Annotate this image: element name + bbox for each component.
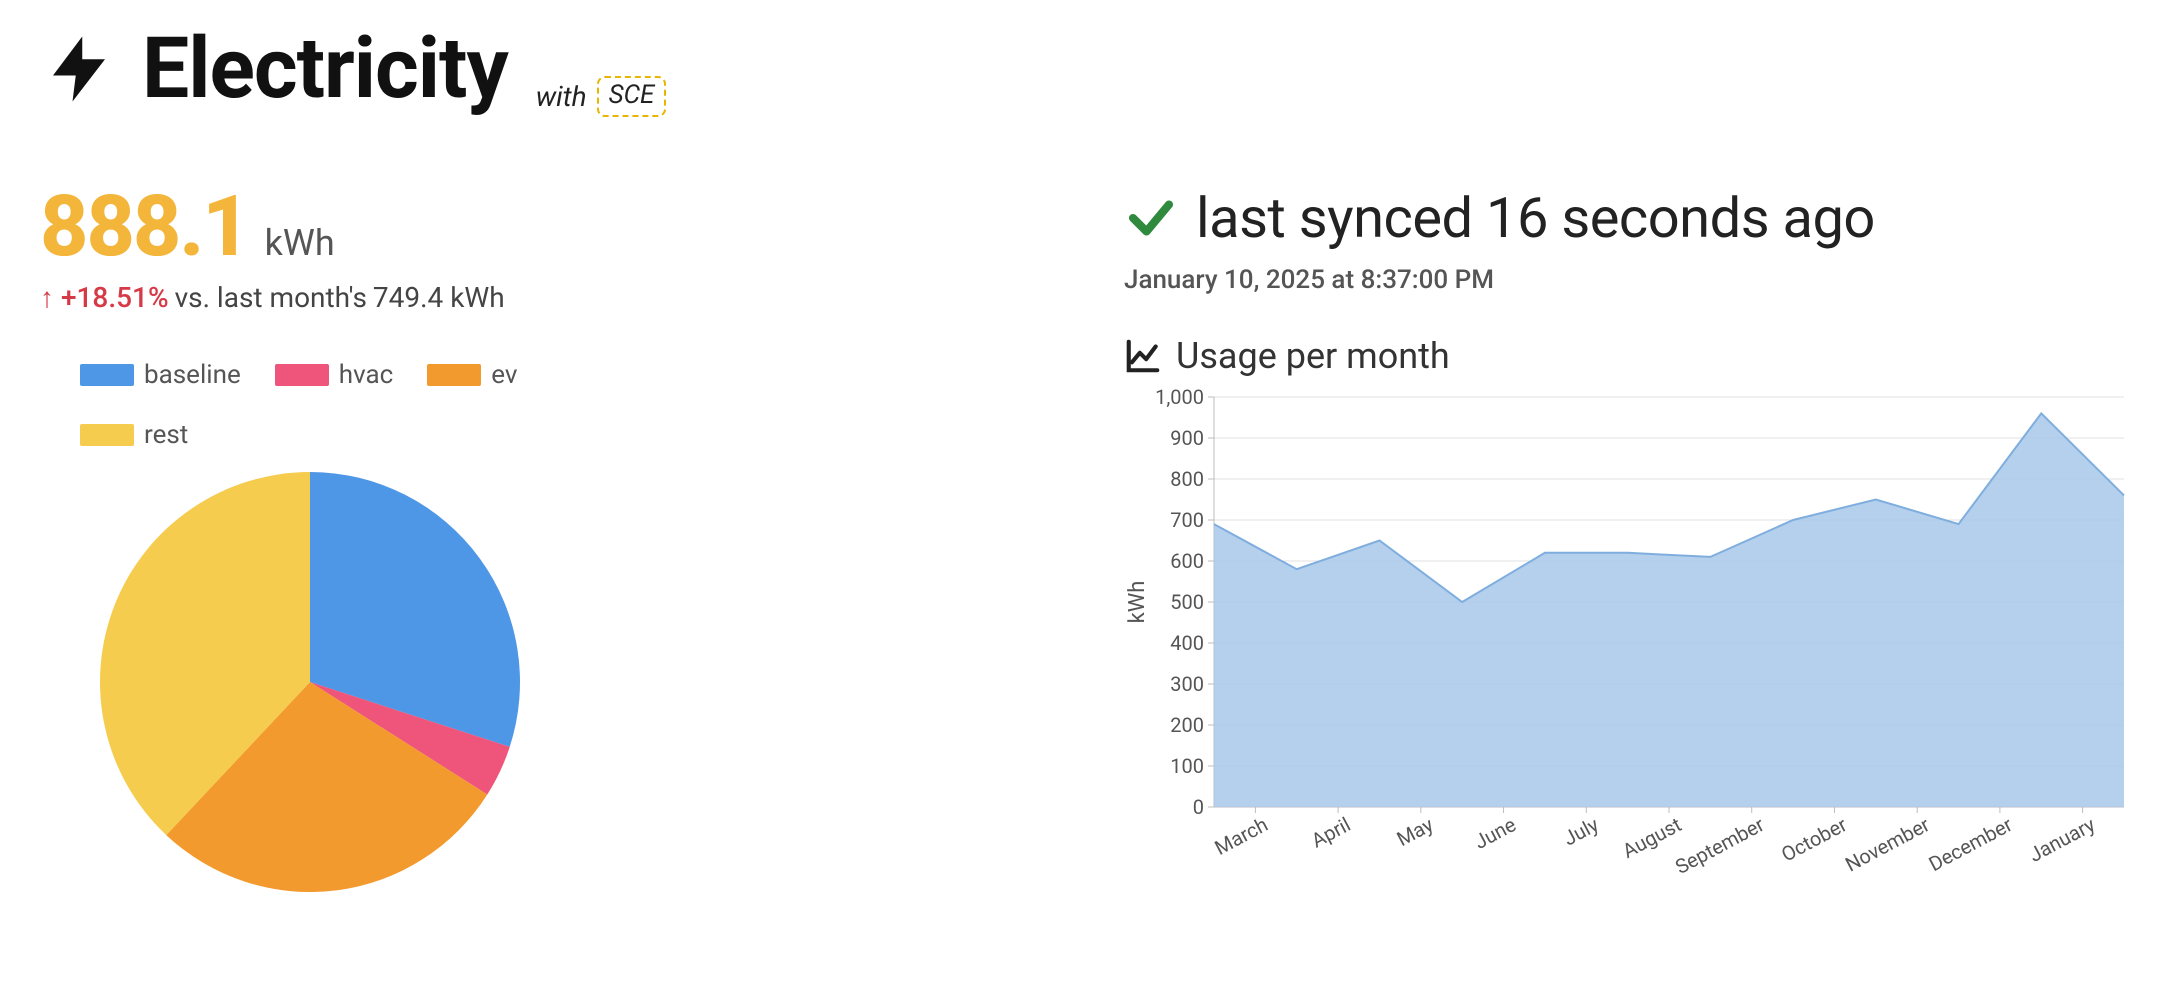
left-column: 888.1 kWh ↑ +18.51% vs. last month's 749… xyxy=(40,185,1084,906)
x-tick-label: March xyxy=(1211,812,1272,860)
x-tick-label: April xyxy=(1307,812,1354,852)
provider-chip-group: with SCE xyxy=(536,76,667,117)
x-tick-label: October xyxy=(1777,812,1851,866)
pie-block: baseline hvac ev rest xyxy=(40,360,1084,906)
sync-status-row: last synced 16 seconds ago xyxy=(1124,185,2134,251)
area-fill xyxy=(1214,413,2124,807)
check-icon xyxy=(1124,191,1178,245)
provider-chip[interactable]: SCE xyxy=(597,76,667,117)
delta-value: ↑ +18.51% xyxy=(40,281,169,314)
pie-chart xyxy=(90,462,1084,906)
svg-text:900: 900 xyxy=(1170,426,1204,450)
svg-text:1,000: 1,000 xyxy=(1155,387,1204,409)
right-column: last synced 16 seconds ago January 10, 2… xyxy=(1124,185,2134,906)
legend-item-ev[interactable]: ev xyxy=(427,360,517,390)
svg-text:700: 700 xyxy=(1170,508,1204,532)
comparison-prefix: vs. last month's xyxy=(175,281,367,314)
pie-legend: baseline hvac ev rest xyxy=(80,360,640,450)
usage-chart-title: Usage per month xyxy=(1176,335,1450,377)
page-title: Electricity xyxy=(142,27,508,111)
svg-text:0: 0 xyxy=(1193,795,1204,819)
x-tick-label: June xyxy=(1470,812,1520,854)
delta-row: ↑ +18.51% vs. last month's 749.4 kWh xyxy=(40,281,1084,314)
x-tick-label: December xyxy=(1925,812,2017,876)
legend-swatch xyxy=(80,424,134,446)
y-axis-label: kWh xyxy=(1125,581,1150,624)
svg-text:500: 500 xyxy=(1170,590,1204,614)
with-label: with xyxy=(536,80,587,113)
svg-text:300: 300 xyxy=(1170,672,1204,696)
legend-swatch xyxy=(80,364,134,386)
legend-label: baseline xyxy=(144,360,241,390)
usage-area-chart: 0 100 200 300 400 500 600 700 800 900 1,000 kWh Marc… xyxy=(1124,387,2134,901)
legend-swatch xyxy=(275,364,329,386)
legend-label: hvac xyxy=(339,360,393,390)
svg-text:400: 400 xyxy=(1170,631,1204,655)
delta-pct: +18.51% xyxy=(61,281,169,314)
usage-chart-header: Usage per month xyxy=(1124,335,2134,377)
svg-text:100: 100 xyxy=(1170,754,1204,778)
legend-label: rest xyxy=(144,420,188,450)
x-tick-label: July xyxy=(1559,812,1603,851)
total-unit: kWh xyxy=(265,222,335,264)
legend-item-hvac[interactable]: hvac xyxy=(275,360,393,390)
total-value: 888.1 xyxy=(40,185,249,269)
svg-text:600: 600 xyxy=(1170,549,1204,573)
svg-text:200: 200 xyxy=(1170,713,1204,737)
columns: 888.1 kWh ↑ +18.51% vs. last month's 749… xyxy=(40,185,2134,906)
title-group: Electricity xyxy=(40,24,508,114)
sync-timestamp: January 10, 2025 at 8:37:00 PM xyxy=(1124,265,2134,295)
x-tick-label: September xyxy=(1671,812,1768,879)
legend-item-baseline[interactable]: baseline xyxy=(80,360,241,390)
arrow-up-icon: ↑ xyxy=(40,281,54,314)
electricity-dashboard: Electricity with SCE 888.1 kWh ↑ +18.51%… xyxy=(0,0,2174,986)
line-chart-icon xyxy=(1124,337,1162,375)
bolt-icon xyxy=(40,24,118,114)
sync-status-text: last synced 16 seconds ago xyxy=(1196,185,1875,251)
comparison-value: 749.4 kWh xyxy=(373,281,505,314)
page-header: Electricity with SCE xyxy=(40,24,2134,125)
total-usage: 888.1 kWh xyxy=(40,185,1084,269)
svg-text:800: 800 xyxy=(1170,467,1204,491)
x-tick-label: November xyxy=(1841,812,1934,876)
x-tick-label: May xyxy=(1393,812,1438,851)
legend-item-rest[interactable]: rest xyxy=(80,420,188,450)
legend-label: ev xyxy=(491,360,517,390)
x-tick-label: January xyxy=(2025,812,2100,867)
legend-swatch xyxy=(427,364,481,386)
